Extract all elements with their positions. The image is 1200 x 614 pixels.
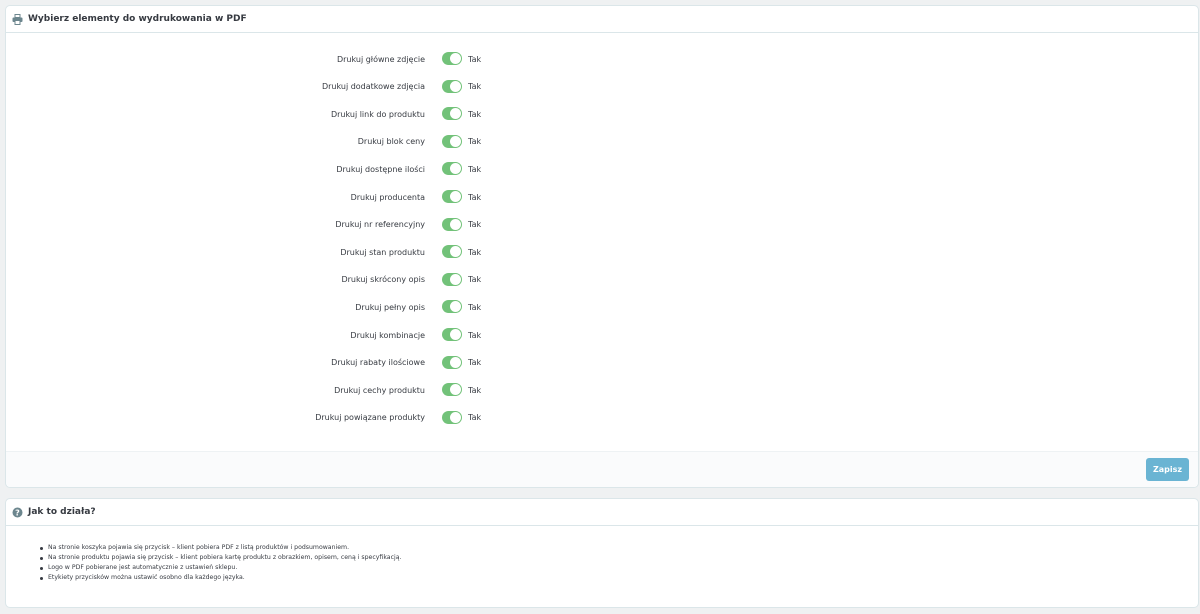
toggle-switch[interactable]: [442, 300, 462, 314]
help-list-item: Etykiety przycisków można ustawić osobno…: [40, 573, 401, 583]
toggle-knob: [450, 411, 461, 423]
option-label: Drukuj rabaty ilościowe: [331, 358, 425, 368]
option-row: Drukuj dostępne ilości Tak: [6, 159, 1198, 179]
option-row: Drukuj powiązane produkty Tak: [6, 408, 1198, 428]
toggle-switch[interactable]: [442, 245, 462, 259]
option-row: Drukuj pełny opis Tak: [6, 297, 1198, 317]
toggle-switch[interactable]: [442, 190, 462, 203]
toggle-state-label: Tak: [468, 54, 482, 64]
toggle-state-label: Tak: [468, 137, 482, 147]
toggle-state-label: Tak: [468, 330, 482, 340]
option-label: Drukuj producenta: [350, 192, 425, 202]
help-panel: ? Jak to działa? Na stronie koszyka poja…: [5, 498, 1199, 608]
pdf-elements-panel-heading: Wybierz elementy do wydrukowania w PDF: [6, 6, 1198, 33]
toggle-switch[interactable]: [442, 134, 462, 148]
svg-text:?: ?: [15, 508, 20, 517]
toggle-knob: [450, 329, 461, 340]
toggle-switch[interactable]: [442, 107, 462, 121]
toggle-knob: [450, 108, 461, 120]
option-label: Drukuj dostępne ilości: [336, 164, 425, 174]
toggle-switch[interactable]: [442, 272, 462, 286]
help-list: Na stronie koszyka pojawia się przycisk …: [40, 543, 401, 583]
question-circle-icon: ?: [12, 507, 23, 518]
toggle-knob: [450, 135, 461, 147]
toggle-switch[interactable]: [442, 217, 462, 231]
option-row: Drukuj stan produktu Tak: [6, 242, 1198, 262]
save-button[interactable]: Zapisz: [1146, 458, 1189, 481]
option-row: Drukuj cechy produktu Tak: [6, 380, 1198, 400]
option-row: Drukuj skrócony opis Tak: [6, 270, 1198, 290]
toggle-switch[interactable]: [442, 52, 462, 65]
pdf-elements-panel-title: Wybierz elementy do wydrukowania w PDF: [28, 14, 247, 24]
option-label: Drukuj link do produktu: [330, 109, 425, 119]
toggle-knob: [450, 163, 461, 175]
toggle-state-label: Tak: [468, 109, 482, 119]
option-label: Drukuj powiązane produkty: [315, 413, 425, 423]
option-row: Drukuj dodatkowe zdjęcia Tak: [6, 77, 1198, 97]
toggle-knob: [450, 273, 461, 285]
option-label: Drukuj skrócony opis: [341, 275, 425, 285]
help-list-item: Logo w PDF pobierane jest automatycznie …: [40, 563, 401, 573]
toggle-state-label: Tak: [468, 82, 482, 92]
toggle-knob: [450, 218, 461, 230]
toggle-switch[interactable]: [442, 410, 462, 424]
option-row: Drukuj link do produktu Tak: [6, 104, 1198, 124]
option-label: Drukuj główne zdjęcie: [336, 54, 425, 64]
help-panel-heading: ? Jak to działa?: [6, 499, 1198, 526]
toggle-knob: [450, 53, 461, 64]
option-row: Drukuj blok ceny Tak: [6, 132, 1198, 152]
panel-footer: Zapisz: [6, 451, 1198, 487]
option-label: Drukuj stan produktu: [340, 247, 425, 257]
toggle-switch[interactable]: [442, 328, 462, 341]
option-label: Drukuj nr referencyjny: [335, 220, 425, 230]
option-label: Drukuj dodatkowe zdjęcia: [321, 82, 425, 92]
toggle-knob: [450, 301, 461, 313]
toggle-knob: [450, 246, 461, 258]
toggle-state-label: Tak: [468, 275, 482, 285]
toggle-state-label: Tak: [468, 413, 482, 423]
option-row: Drukuj rabaty ilościowe Tak: [6, 353, 1198, 373]
toggle-switch[interactable]: [442, 383, 462, 397]
toggle-state-label: Tak: [468, 358, 482, 368]
toggle-knob: [450, 384, 461, 396]
printer-icon: [12, 13, 23, 25]
option-row: Drukuj nr referencyjny Tak: [6, 215, 1198, 235]
toggle-state-label: Tak: [468, 247, 482, 257]
toggle-knob: [450, 80, 461, 92]
pdf-elements-panel: Wybierz elementy do wydrukowania w PDF D…: [5, 5, 1199, 488]
pdf-elements-form: Drukuj główne zdjęcie Tak Drukuj dodatkowe…: [6, 33, 1198, 452]
help-list-item: Na stronie produktu pojawia się przycisk…: [40, 553, 401, 563]
help-list-item: Na stronie koszyka pojawia się przycisk …: [40, 543, 401, 553]
option-row: Drukuj producenta Tak: [6, 187, 1198, 207]
toggle-state-label: Tak: [468, 385, 482, 395]
toggle-knob: [450, 191, 461, 202]
option-label: Drukuj kombinacje: [350, 330, 425, 340]
option-label: Drukuj blok ceny: [357, 137, 425, 147]
option-row: Drukuj kombinacje Tak: [6, 325, 1198, 345]
toggle-state-label: Tak: [468, 220, 482, 230]
option-row: Drukuj główne zdjęcie Tak: [6, 49, 1198, 69]
toggle-switch[interactable]: [442, 79, 462, 93]
toggle-state-label: Tak: [468, 192, 482, 202]
toggle-switch[interactable]: [442, 355, 462, 369]
toggle-state-label: Tak: [468, 164, 482, 174]
toggle-knob: [450, 356, 461, 368]
help-panel-title: Jak to działa?: [28, 507, 96, 517]
option-label: Drukuj pełny opis: [355, 302, 425, 312]
toggle-switch[interactable]: [442, 162, 462, 176]
toggle-state-label: Tak: [468, 302, 482, 312]
option-label: Drukuj cechy produktu: [334, 385, 425, 395]
